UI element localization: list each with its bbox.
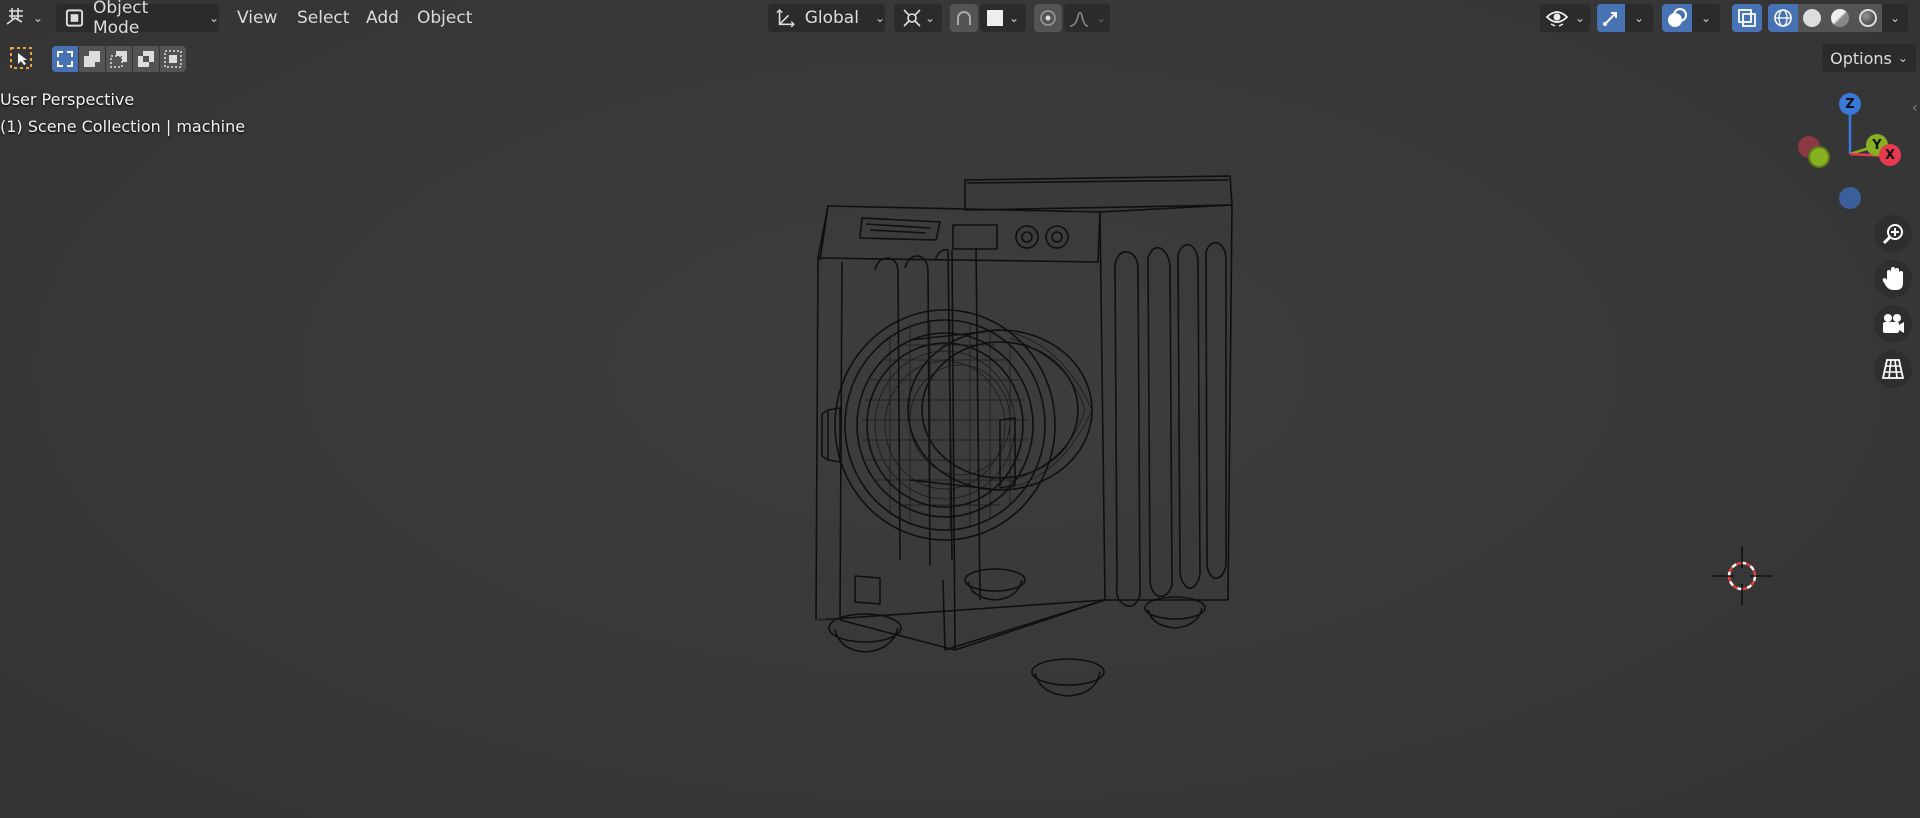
3d-cursor-icon[interactable] (1712, 546, 1772, 606)
chevron-down-icon: ⌄ (1897, 51, 1908, 65)
chevron-down-icon: ⌄ (1889, 11, 1901, 25)
xray-icon (1738, 9, 1756, 27)
menu-object[interactable]: Object (417, 6, 472, 30)
falloff-dropdown[interactable]: ⌄ (1064, 4, 1110, 32)
chevron-down-icon: ⌄ (32, 11, 44, 25)
menu-add[interactable]: Add (366, 6, 399, 30)
mode-dropdown[interactable]: Object Mode ⌄ (56, 0, 219, 38)
pivot-point-dropdown[interactable]: ⌄ (894, 4, 942, 32)
shading-dropdown[interactable]: ⌄ (1882, 4, 1908, 32)
camera-view-button[interactable] (1874, 305, 1912, 343)
chevron-down-icon: ⌄ (208, 11, 219, 25)
mode-label: Object Mode (92, 0, 149, 38)
solid-shading-icon (1803, 9, 1821, 27)
pan-button[interactable] (1874, 260, 1912, 298)
proportional-editing-toggle[interactable] (1034, 4, 1062, 32)
neg-y-axis[interactable] (1808, 146, 1830, 168)
options-dropdown[interactable]: Options ⌄ (1822, 44, 1916, 72)
object-mode-icon (65, 9, 84, 27)
select-mode-subtract[interactable] (106, 46, 132, 72)
select-box-icon (10, 47, 32, 69)
neg-z-axis[interactable] (1839, 187, 1861, 209)
chevron-down-icon: ⌄ (1633, 11, 1645, 25)
overlay-icon (1668, 8, 1687, 27)
mode-difference-icon (138, 51, 154, 67)
snap-icon (957, 11, 971, 25)
overlays-dropdown[interactable]: ⌄ (1692, 4, 1720, 32)
menu-view[interactable]: View (237, 6, 277, 30)
options-label: Options (1830, 48, 1892, 68)
editor-type-icon (6, 8, 23, 25)
x-axis[interactable]: X (1879, 144, 1901, 166)
chevron-down-icon: ⌄ (924, 11, 936, 25)
chevron-down-icon: ⌄ (1574, 11, 1586, 25)
material-shading-button[interactable] (1826, 4, 1854, 32)
falloff-icon (1069, 11, 1089, 27)
visibility-dropdown[interactable]: ⌄ (1540, 4, 1590, 32)
overlays-toggle[interactable] (1662, 4, 1692, 32)
grid-icon (1881, 359, 1905, 379)
z-axis[interactable]: Z (1839, 93, 1861, 115)
mode-extend-icon (84, 51, 100, 67)
mode-intersect-icon (164, 50, 182, 68)
snap-toggle[interactable] (950, 4, 978, 32)
view-name: User Perspective (0, 90, 135, 109)
select-mode-new[interactable] (52, 46, 78, 72)
transform-orientation-dropdown[interactable]: Global ⌄ (768, 4, 885, 32)
select-mode-extend[interactable] (79, 46, 105, 72)
rendered-shading-icon (1859, 9, 1877, 27)
collection-info: (1) Scene Collection | machine (0, 117, 246, 136)
chevron-down-icon: ⌄ (874, 11, 885, 25)
gizmo-icon (1603, 12, 1617, 26)
chevron-down-icon: ⌄ (1008, 11, 1020, 25)
zoom-button[interactable] (1874, 215, 1912, 253)
hand-icon (1882, 267, 1903, 290)
solid-shading-button[interactable] (1798, 4, 1826, 32)
tool-settings-row: Options ⌄ (0, 44, 1920, 74)
sidebar-toggle-icon[interactable]: ‹ (1912, 100, 1918, 116)
menu-select[interactable]: Select (297, 6, 349, 30)
orientation-label: Global (804, 8, 859, 28)
orientation-icon (776, 8, 795, 28)
chevron-down-icon: ⌄ (1095, 11, 1107, 25)
zoom-icon (1882, 224, 1903, 245)
3d-viewport[interactable] (0, 0, 1920, 818)
wireframe-shading-icon (1774, 9, 1792, 27)
camera-icon (1883, 314, 1904, 333)
editor-type-button[interactable]: ⌄ (2, 4, 46, 32)
material-shading-icon (1831, 9, 1849, 27)
snap-target-icon (986, 10, 1003, 26)
xray-toggle[interactable] (1732, 4, 1762, 32)
visibility-icon (1545, 11, 1569, 27)
washing-machine-wireframe (815, 175, 1233, 697)
proportional-icon (1040, 10, 1056, 26)
select-mode-intersect[interactable] (160, 46, 186, 72)
mode-new-icon (57, 51, 73, 67)
ortho-toggle-button[interactable] (1874, 350, 1912, 388)
gizmo-dropdown[interactable]: ⌄ (1625, 4, 1653, 32)
wireframe-shading-button[interactable] (1768, 4, 1798, 32)
gizmo-toggle[interactable] (1597, 4, 1625, 32)
active-tool-button[interactable] (6, 44, 36, 72)
pivot-icon (903, 9, 921, 27)
select-mode-difference[interactable] (133, 46, 159, 72)
viewport-header: ⌄ Object Mode ⌄ View Select Add Object G… (0, 0, 1920, 38)
snap-target-dropdown[interactable]: ⌄ (980, 4, 1026, 32)
chevron-down-icon: ⌄ (1700, 11, 1712, 25)
navigation-gizmo[interactable]: Z Y X (1792, 88, 1912, 218)
mode-subtract-icon (110, 51, 127, 68)
rendered-shading-button[interactable] (1854, 4, 1882, 32)
